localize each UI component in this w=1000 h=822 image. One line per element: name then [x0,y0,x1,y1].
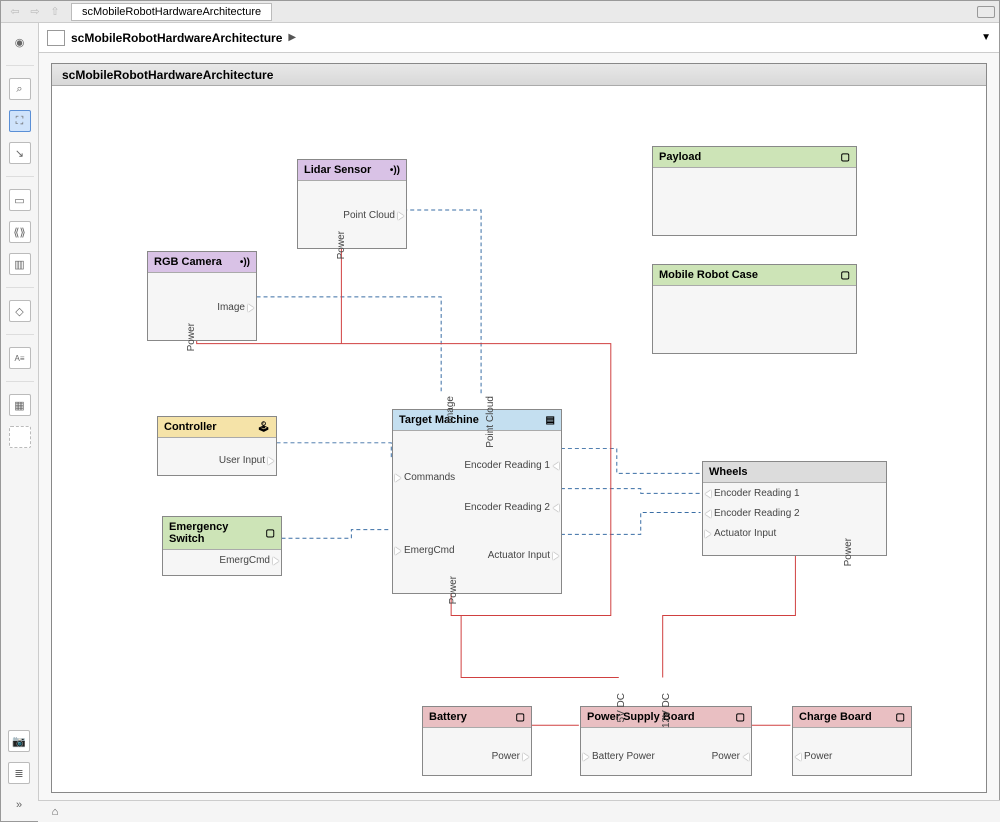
block-title: Emergency Switch [169,521,266,545]
expand-icon[interactable]: » [8,794,30,816]
block-battery[interactable]: Battery ▢ Power [422,706,532,776]
block-title: Power Supply Board [587,711,695,723]
view3-icon[interactable]: ▥ [9,253,31,275]
annot-icon[interactable]: A≡ [9,347,31,369]
block-title: Controller [164,421,217,433]
port-label: Power [712,751,740,762]
port-label: Image [217,302,245,313]
view4-icon[interactable]: ◇ [9,300,31,322]
port-label: EmergCmd [404,545,455,556]
nav-forward-icon[interactable]: ⇨ [26,3,44,21]
camera-icon[interactable]: 📷 [8,730,30,752]
block-lidar-sensor[interactable]: Lidar Sensor•)) Point Cloud Power [297,159,407,249]
block-rgb-camera[interactable]: RGB Camera•)) Image Power [147,251,257,341]
port-label: Point Cloud [343,210,395,221]
block-title: Battery [429,711,467,723]
block-title: Lidar Sensor [304,164,371,176]
port-label: Power [843,538,854,566]
port-label: Power [336,231,347,259]
canvas-title: scMobileRobotHardwareArchitecture [52,64,986,86]
block-wheels[interactable]: Wheels Encoder Reading 1 Encoder Reading… [702,461,887,556]
port-label: Encoder Reading 1 [714,488,800,499]
port-label: Image [445,396,456,424]
box-icon: ▢ [266,528,275,539]
port-label: EmergCmd [219,555,270,566]
port-label: Battery Power [592,751,655,762]
block-title: Charge Board [799,711,872,723]
model-icon [47,30,65,46]
box-icon: ▢ [736,712,745,723]
block-power-supply-board[interactable]: Power Supply Board▢ Battery Power Power … [580,706,752,776]
breadcrumb-next-icon[interactable]: ▶ [288,32,296,43]
left-toolbar: ◉ ⌕ ⛶ ↘ ▭ ⟪⟫ ▥ ◇ A≡ ▦ [1,23,39,821]
architecture-canvas[interactable]: scMobileRobotHardwareArchitecture [51,63,987,793]
block-title: Mobile Robot Case [659,269,758,281]
block-title: Wheels [709,466,748,478]
port-label: 5V DC [616,693,627,722]
view1-icon[interactable]: ▭ [9,189,31,211]
port-label: Encoder Reading 1 [464,460,550,471]
hierarchy-icon[interactable]: ⌂ [44,803,66,821]
view2-icon[interactable]: ⟪⟫ [9,221,31,243]
port-label: 12V DC [661,693,672,728]
block-title: Payload [659,151,701,163]
block-target-machine[interactable]: Target Machine ▤ Commands EmergCmd Encode… [392,409,562,594]
breadcrumb-dropdown-icon[interactable]: ▼ [981,32,991,43]
nav-back-icon[interactable]: ⇦ [6,3,24,21]
diagram: Lidar Sensor •)) Point Cloud Power RGB Ca… [52,86,986,792]
port-label: Actuator Input [488,550,550,561]
box-icon: ▢ [896,712,905,723]
box-icon: ▢ [841,152,850,163]
restore-icon[interactable]: ↘ [9,142,31,164]
block-controller[interactable]: Controller 🕹 User Input [157,416,277,476]
port-label: Actuator Input [714,528,776,539]
chip-icon: ▤ [546,415,555,426]
hide-panel-icon[interactable]: ◉ [9,31,31,53]
breadcrumb-bar: scMobileRobotHardwareArchitecture ▶ ▼ [39,23,999,53]
fit-icon[interactable]: ⛶ [9,110,31,132]
block-mobile-robot-case[interactable]: Mobile Robot Case ▢ [652,264,857,354]
block-charge-board[interactable]: Charge Board ▢ Power [792,706,912,776]
block-title: Target Machine [399,414,479,426]
zoom-icon[interactable]: ⌕ [9,78,31,100]
port-label: User Input [219,455,265,466]
bottom-bar: ⌂ [38,800,1000,822]
nav-up-icon[interactable]: ⇧ [46,3,64,21]
block-payload[interactable]: Payload ▢ [652,146,857,236]
port-label: Power [186,323,197,351]
port-label: Power [448,576,459,604]
sensor-icon: •)) [240,257,250,268]
port-label: Power [804,751,832,762]
port-label: Power [492,751,520,762]
block-emergency-switch[interactable]: Emergency Switch▢ EmergCmd [162,516,282,576]
box-icon: ▢ [841,270,850,281]
joystick-icon: 🕹 [257,422,270,433]
block-title: RGB Camera [154,256,222,268]
document-tab[interactable]: scMobileRobotHardwareArchitecture [71,3,272,21]
topbar: ⇦ ⇨ ⇧ scMobileRobotHardwareArchitecture [1,1,999,23]
breadcrumb-root[interactable]: scMobileRobotHardwareArchitecture [71,31,282,45]
port-label: Encoder Reading 2 [714,508,800,519]
port-label: Point Cloud [485,396,496,448]
box-icon: ▢ [516,712,525,723]
port-label: Encoder Reading 2 [464,502,550,513]
keyboard-icon [977,6,995,18]
sensor-icon: •)) [390,165,400,176]
list-icon[interactable]: ≣ [8,762,30,784]
empty-tool-icon[interactable] [9,426,31,448]
image-tool-icon[interactable]: ▦ [9,394,31,416]
port-label: Commands [404,472,455,483]
